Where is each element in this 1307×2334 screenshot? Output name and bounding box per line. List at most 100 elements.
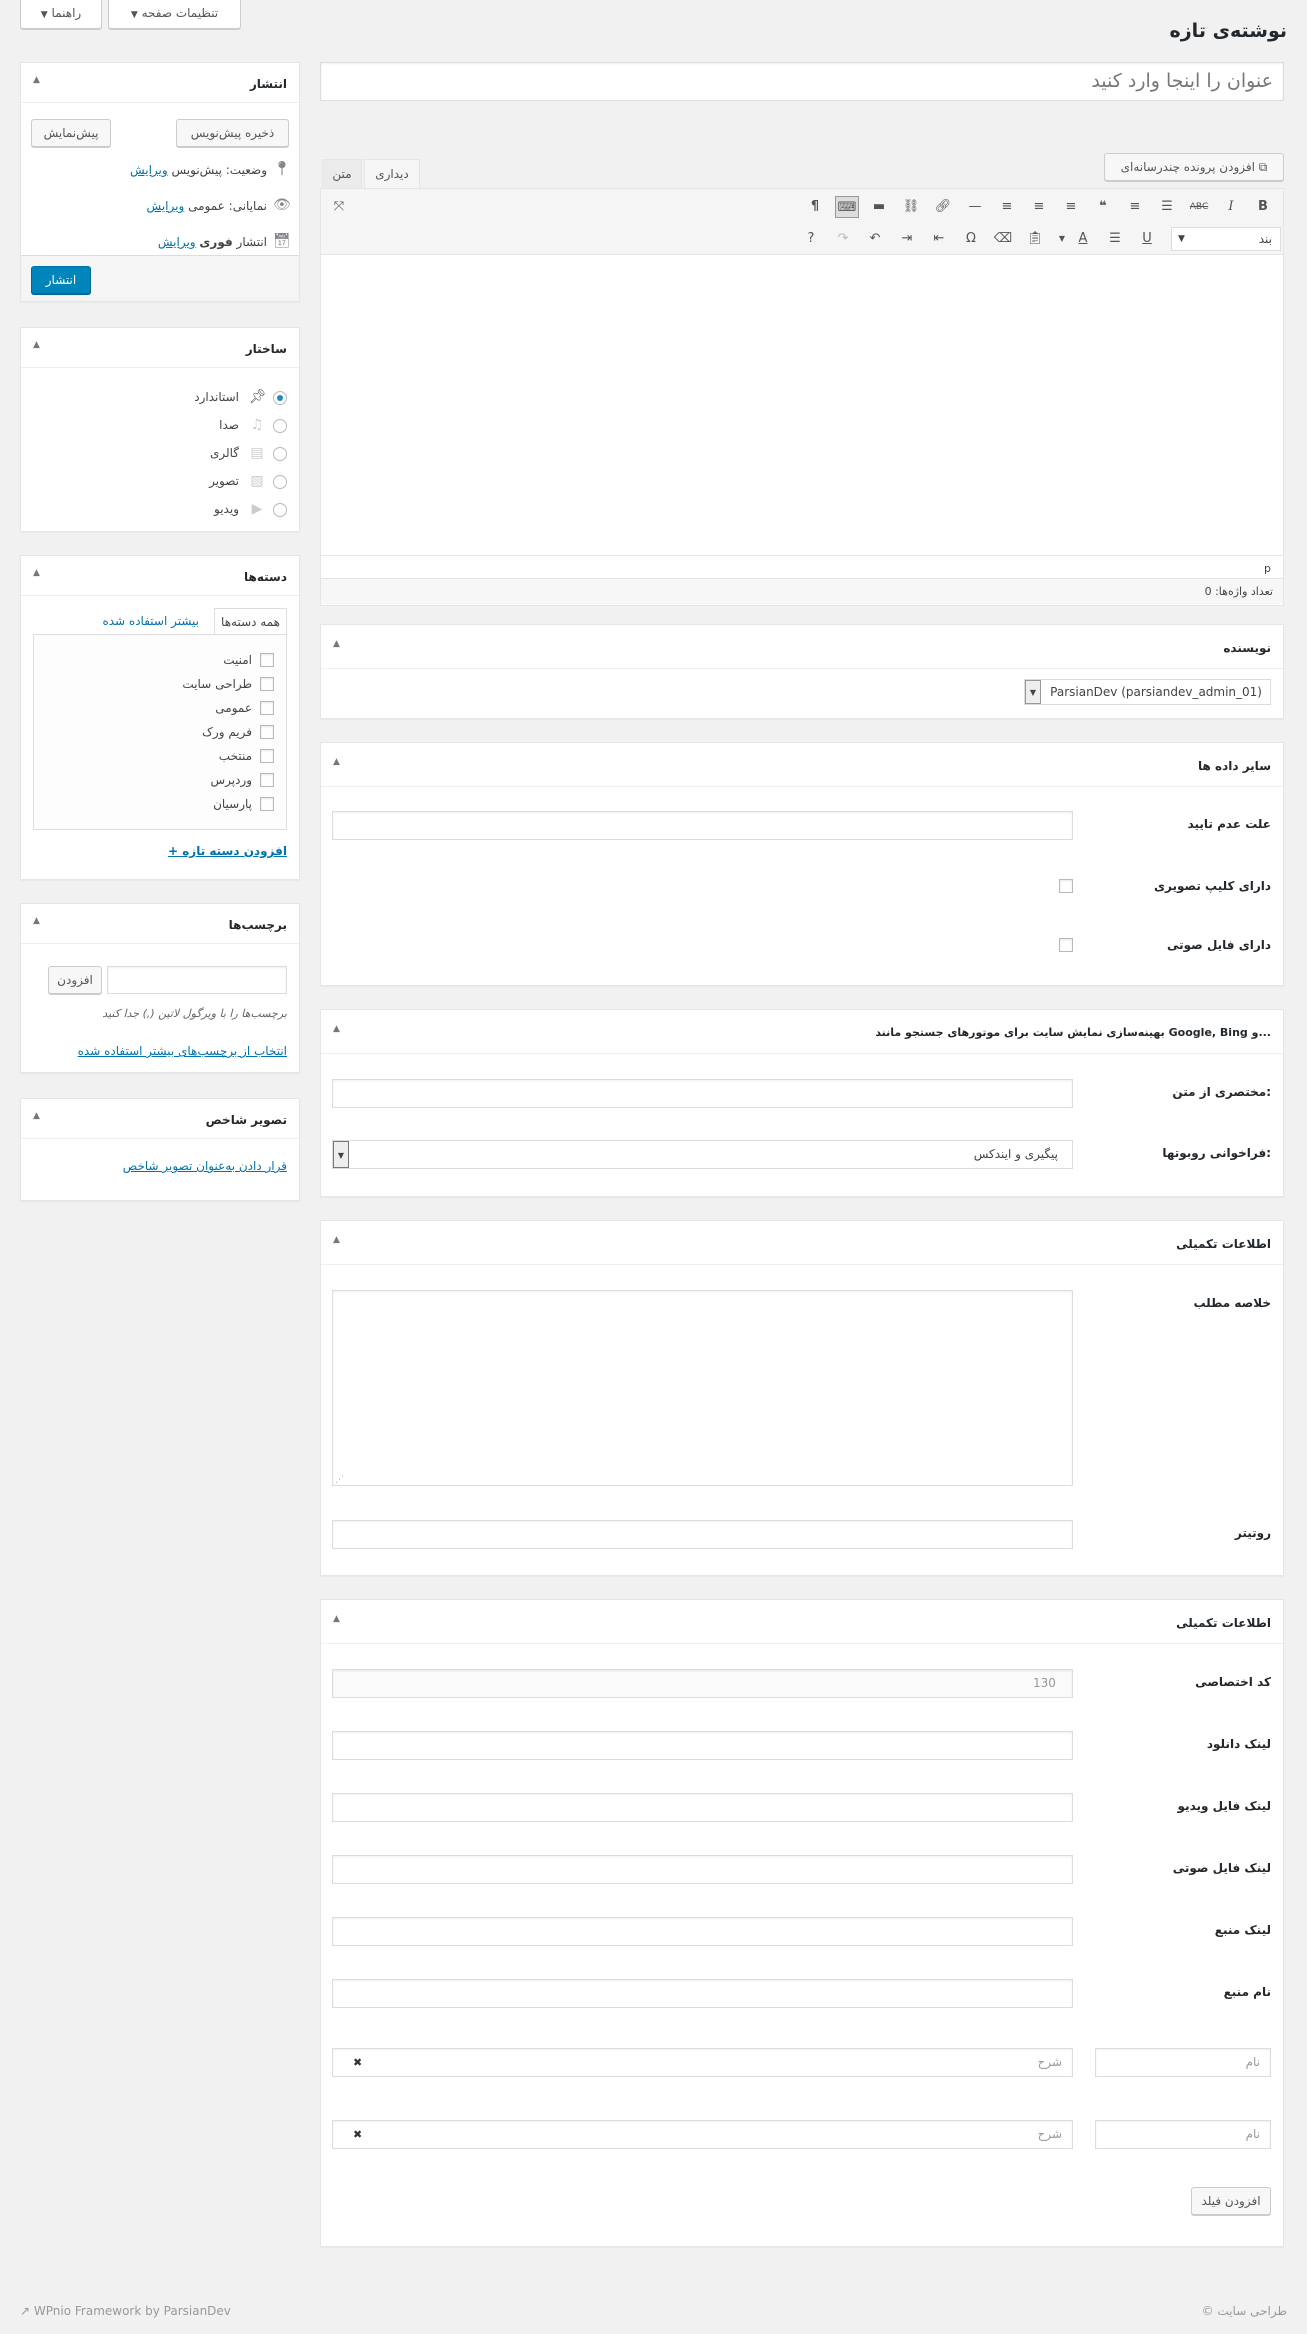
- schedule-edit-link[interactable]: ویرایش: [158, 235, 196, 249]
- publish-header[interactable]: انتشار ▲: [21, 63, 299, 103]
- help-icon[interactable]: ?: [799, 228, 823, 250]
- resize-handle-icon[interactable]: ⋰: [335, 1475, 344, 1485]
- format-radio-video[interactable]: [273, 503, 287, 517]
- categories-header[interactable]: دسته‌ها ▲: [21, 556, 299, 596]
- italic-icon[interactable]: I: [1219, 196, 1243, 218]
- underline-icon[interactable]: U: [1135, 228, 1159, 250]
- has-audio-checkbox[interactable]: [1059, 938, 1073, 952]
- repeat-desc-input[interactable]: شرح ✖: [332, 2120, 1073, 2149]
- link-icon[interactable]: 🔗︎: [931, 196, 955, 218]
- extra-info-header-2[interactable]: اطلاعات تکمیلی ▲: [321, 1600, 1283, 1644]
- fullscreen-icon[interactable]: ⤧: [327, 196, 351, 218]
- toolbar-toggle-icon[interactable]: ⌨: [835, 196, 859, 218]
- help-button[interactable]: ▼ راهنما: [20, 0, 102, 29]
- repeat-name-input[interactable]: نام: [1095, 2048, 1271, 2077]
- seo-header[interactable]: بهینه‌سازی نمایش سایت برای موتورهای جستج…: [321, 1010, 1283, 1054]
- featured-image-header[interactable]: تصویر شاخص ▲: [21, 1099, 299, 1139]
- publish-button[interactable]: انتشار: [31, 266, 91, 294]
- rtl-icon[interactable]: ¶: [803, 196, 827, 218]
- summary-textarea[interactable]: ⋰: [332, 1290, 1073, 1486]
- toggle-arrow-icon[interactable]: ▲: [333, 639, 340, 649]
- toggle-arrow-icon[interactable]: ▲: [33, 1111, 40, 1121]
- format-radio-gallery[interactable]: [273, 447, 287, 461]
- repeat-desc-input[interactable]: شرح ✖: [332, 2048, 1073, 2077]
- author-select[interactable]: ParsianDev (parsiandev_admin_01) ▼: [1024, 679, 1271, 705]
- category-checkbox[interactable]: [260, 677, 274, 691]
- author-header[interactable]: نویسنده ▲: [321, 625, 1283, 669]
- format-radio-image[interactable]: [273, 475, 287, 489]
- screen-options-button[interactable]: ▼ تنظیمات صفحه: [108, 0, 241, 29]
- tab-visual[interactable]: دیداری: [364, 159, 420, 188]
- reject-reason-input[interactable]: [332, 811, 1073, 840]
- toggle-arrow-icon[interactable]: ▲: [33, 340, 40, 350]
- clear-formatting-icon[interactable]: ⌫: [991, 228, 1015, 250]
- category-checkbox[interactable]: [260, 725, 274, 739]
- visibility-edit-link[interactable]: ویرایش: [147, 199, 185, 213]
- paste-text-icon[interactable]: 📋︎: [1023, 228, 1047, 250]
- align-center-icon[interactable]: ≡: [1027, 196, 1051, 218]
- indent-icon[interactable]: ⇥: [895, 228, 919, 250]
- toggle-arrow-icon[interactable]: ▲: [33, 568, 40, 578]
- remove-row-icon[interactable]: ✖: [353, 2121, 362, 2148]
- toggle-arrow-icon[interactable]: ▲: [333, 1235, 340, 1245]
- format-radio-standard[interactable]: [273, 391, 287, 405]
- source-name-input[interactable]: [332, 1979, 1073, 2008]
- special-char-icon[interactable]: Ω: [959, 228, 983, 250]
- has-video-checkbox[interactable]: [1059, 879, 1073, 893]
- redo-icon[interactable]: ↷: [831, 228, 855, 250]
- align-right-icon[interactable]: ≡: [995, 196, 1019, 218]
- toggle-arrow-icon[interactable]: ▲: [33, 916, 40, 926]
- status-edit-link[interactable]: ویرایش: [130, 163, 168, 177]
- bold-icon[interactable]: B: [1251, 196, 1275, 218]
- unlink-icon[interactable]: ⛓︎: [899, 196, 923, 218]
- add-category-link[interactable]: + افزودن دسته تازه: [168, 844, 287, 858]
- format-header[interactable]: ساختار ▲: [21, 328, 299, 368]
- source-link-input[interactable]: [332, 1917, 1073, 1946]
- text-color-dropdown-icon[interactable]: ▼: [1055, 228, 1069, 250]
- extra-info-header-1[interactable]: اطلاعات تکمیلی ▲: [321, 1221, 1283, 1265]
- repeat-name-input[interactable]: نام: [1095, 2120, 1271, 2149]
- tab-popular-categories[interactable]: بیشتر استفاده شده: [102, 614, 199, 628]
- horizontal-line-icon[interactable]: —: [963, 196, 987, 218]
- save-draft-button[interactable]: ذخیره پیش‌نویس: [176, 119, 289, 147]
- set-featured-image-link[interactable]: قرار دادن به‌عنوان تصویر شاخص: [123, 1159, 287, 1173]
- undo-icon[interactable]: ↶: [863, 228, 887, 250]
- category-checkbox[interactable]: [260, 773, 274, 787]
- numbered-list-icon[interactable]: ≡: [1123, 196, 1147, 218]
- other-data-header[interactable]: سایر داده ها ▲: [321, 743, 1283, 787]
- remove-row-icon[interactable]: ✖: [353, 2049, 362, 2076]
- rotitr-input[interactable]: [332, 1520, 1073, 1549]
- preview-button[interactable]: پیش‌نمایش: [31, 119, 111, 147]
- post-title-input[interactable]: عنوان را اینجا وارد کنید: [320, 62, 1284, 101]
- category-checkbox[interactable]: [260, 749, 274, 763]
- read-more-icon[interactable]: ▬: [867, 196, 891, 218]
- editor-body[interactable]: [321, 255, 1283, 555]
- format-radio-audio[interactable]: [273, 419, 287, 433]
- add-field-button[interactable]: افزودن فیلد: [1191, 2187, 1271, 2215]
- choose-tags-link[interactable]: انتخاب از برچسب‌های بیشتر استفاده شده: [78, 1044, 287, 1058]
- category-checkbox[interactable]: [260, 653, 274, 667]
- text-color-icon[interactable]: A: [1071, 228, 1095, 250]
- toggle-arrow-icon[interactable]: ▲: [33, 75, 40, 85]
- toggle-arrow-icon[interactable]: ▲: [333, 1024, 340, 1034]
- tags-header[interactable]: برچسب‌ها ▲: [21, 904, 299, 944]
- add-tag-button[interactable]: افزودن: [48, 966, 102, 994]
- blockquote-icon[interactable]: ❝: [1091, 196, 1115, 218]
- toggle-arrow-icon[interactable]: ▲: [333, 757, 340, 767]
- tab-text[interactable]: متن: [322, 159, 362, 188]
- add-media-button[interactable]: افزودن پرونده چندرسانه‌ای ⧉: [1104, 153, 1284, 181]
- strikethrough-icon[interactable]: ABC: [1187, 196, 1211, 218]
- tab-all-categories[interactable]: همه دسته‌ها: [214, 608, 287, 634]
- video-link-input[interactable]: [332, 1793, 1073, 1822]
- category-checkbox[interactable]: [260, 797, 274, 811]
- audio-link-input[interactable]: [332, 1855, 1073, 1884]
- seo-robots-select[interactable]: پیگیری و ایندکس ▼: [332, 1140, 1073, 1169]
- outdent-icon[interactable]: ⇤: [927, 228, 951, 250]
- bulleted-list-icon[interactable]: ☰: [1155, 196, 1179, 218]
- code-input[interactable]: 130: [332, 1669, 1073, 1698]
- toggle-arrow-icon[interactable]: ▲: [333, 1614, 340, 1624]
- new-tag-input[interactable]: [107, 966, 287, 994]
- seo-excerpt-input[interactable]: [332, 1079, 1073, 1108]
- justify-icon[interactable]: ☰: [1103, 228, 1127, 250]
- align-left-icon[interactable]: ≡: [1059, 196, 1083, 218]
